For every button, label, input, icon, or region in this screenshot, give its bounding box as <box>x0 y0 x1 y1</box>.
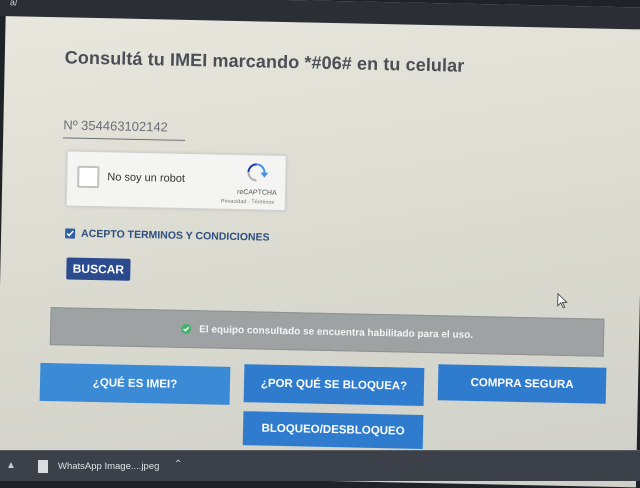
download-options-chevron-icon[interactable]: ⌃ <box>174 459 182 470</box>
safe-purchase-button[interactable]: COMPRA SEGURA <box>437 364 607 404</box>
browser-viewport: a/ Consultá tu IMEI marcando *#06# en tu… <box>0 0 640 488</box>
check-circle-icon <box>181 323 192 335</box>
download-item-label[interactable]: WhatsApp Image....jpeg <box>58 461 159 472</box>
recaptcha-links[interactable]: Privacidad - Términos <box>221 199 275 206</box>
why-blocked-button[interactable]: ¿POR QUÉ SE BLOQUEA? <box>243 364 425 406</box>
recaptcha-brand: reCAPTCHA <box>236 189 277 197</box>
status-message: El equipo consultado se encuentra habili… <box>199 323 474 341</box>
what-is-imei-button[interactable]: ¿QUÉ ES IMEI? <box>39 362 231 405</box>
recaptcha-widget: No soy un robot reCAPTCHA Privacidad - T… <box>65 150 287 212</box>
mouse-cursor-icon <box>557 292 568 309</box>
status-alert: El equipo consultado se encuentra habili… <box>49 307 605 357</box>
terms-label: ACEPTO TERMINOS Y CONDICIONES <box>80 227 270 244</box>
chevron-up-icon[interactable]: ▲ <box>6 460 16 471</box>
recaptcha-checkbox[interactable] <box>77 165 100 189</box>
browser-top-bar: a/ <box>0 0 640 31</box>
page-headline: Consultá tu IMEI marcando *#06# en tu ce… <box>64 47 465 76</box>
imei-input[interactable]: Nº 354463102142 <box>63 117 186 141</box>
window-title-fragment: a/ <box>9 0 18 8</box>
recaptcha-logo-icon <box>247 163 269 182</box>
recaptcha-label: No soy un robot <box>107 171 186 185</box>
terms-checkbox-row[interactable]: ACEPTO TERMINOS Y CONDICIONES <box>65 225 270 245</box>
block-unblock-button[interactable]: BLOQUEO/DESBLOQUEO <box>242 411 424 449</box>
checkbox-checked-icon[interactable] <box>65 228 76 239</box>
search-button[interactable]: BUSCAR <box>66 257 131 281</box>
download-bar: ▲ WhatsApp Image....jpeg ⌃ <box>0 450 640 481</box>
file-icon <box>38 460 48 473</box>
